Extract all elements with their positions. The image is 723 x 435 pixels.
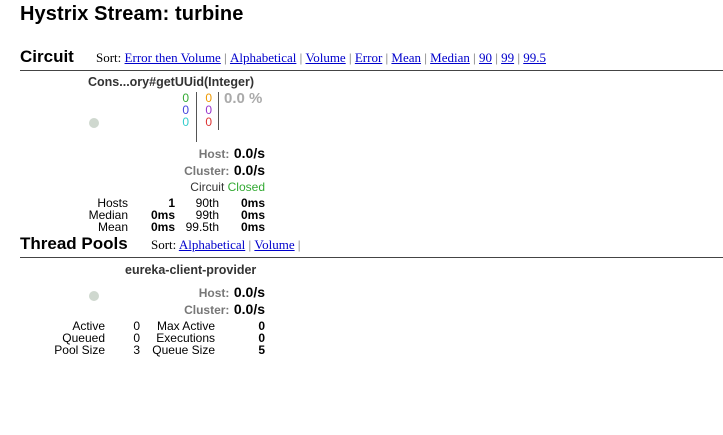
separator: | — [494, 51, 499, 65]
sort-label: Sort: — [96, 50, 122, 65]
threadpool-health-dot — [89, 291, 99, 301]
threadpool-host-rate-row: Host: 0.0/s — [140, 284, 265, 302]
failure-count: 0 — [205, 115, 212, 129]
circuit-status-row: Circuit Closed — [140, 180, 265, 194]
threadpool-cluster-rate-row: Cluster: 0.0/s — [140, 301, 265, 319]
circuit-host-rate-row: Host: 0.0/s — [140, 145, 265, 163]
separator: | — [472, 51, 476, 65]
host-rate: 0.0/s — [233, 145, 265, 161]
sort-99-5-link[interactable]: 99.5 — [523, 50, 546, 65]
sort-volume-link[interactable]: Volume — [306, 50, 346, 65]
separator: | — [517, 51, 521, 65]
host-label: Host: — [198, 147, 230, 161]
sort-median-link[interactable]: Median — [430, 50, 470, 65]
mean-value: 0ms — [150, 220, 175, 234]
sort-mean-link[interactable]: Mean — [391, 50, 421, 65]
sort-90-link[interactable]: 90 — [479, 50, 492, 65]
circuit-name: Cons...ory#getUUid(Integer) — [88, 75, 254, 89]
sort-99-link[interactable]: 99 — [501, 50, 514, 65]
host-label: Host: — [198, 286, 230, 300]
mean-label: Mean — [97, 220, 128, 234]
separator: | — [424, 51, 428, 65]
sort-alphabetical-link[interactable]: Alphabetical — [230, 50, 296, 65]
separator: | — [299, 51, 303, 65]
sort-error-link[interactable]: Error — [355, 50, 382, 65]
circuit-health-dot — [89, 118, 99, 128]
cluster-label: Cluster: — [184, 164, 230, 178]
counts-divider-2 — [218, 92, 219, 130]
separator: | — [223, 51, 227, 65]
bad-request-count: 0 — [182, 115, 189, 129]
p995-label: 99.5th — [185, 220, 219, 234]
counts-divider — [196, 92, 197, 142]
sort-label: Sort: — [151, 237, 177, 252]
threadpool-sort-alphabetical-link[interactable]: Alphabetical — [179, 237, 245, 252]
separator: | — [348, 51, 352, 65]
p995-value: 0ms — [240, 220, 265, 234]
threadpool-name: eureka-client-provider — [125, 263, 257, 277]
circuit-label: Circuit — [190, 180, 225, 194]
cluster-rate: 0.0/s — [233, 301, 265, 317]
pool-size-label: Pool Size — [54, 343, 105, 357]
separator: | — [297, 238, 301, 252]
host-rate: 0.0/s — [233, 284, 265, 300]
circuit-cluster-rate-row: Cluster: 0.0/s — [140, 162, 265, 180]
error-percentage: 0.0 % — [224, 90, 263, 107]
threadpool-sort-bar: Sort: Alphabetical | Volume | — [151, 237, 304, 253]
cluster-rate: 0.0/s — [233, 162, 265, 178]
page-title: Hystrix Stream: turbine — [20, 3, 244, 25]
threadpool-sort-volume-link[interactable]: Volume — [254, 237, 294, 252]
circuit-sort-bar: Sort: Error then Volume | Alphabetical | Vol… — [96, 50, 546, 66]
queue-size-label: Queue Size — [152, 343, 215, 357]
threadpool-section-title: Thread Pools — [20, 234, 128, 253]
circuit-section-title: Circuit — [20, 47, 74, 66]
threadpool-divider — [20, 257, 723, 258]
circuit-status: Closed — [227, 180, 265, 194]
pool-size-value: 3 — [133, 343, 140, 357]
queue-size-value: 5 — [258, 343, 265, 357]
circuit-divider — [20, 70, 723, 71]
sort-error-then-volume-link[interactable]: Error then Volume — [125, 50, 221, 65]
cluster-label: Cluster: — [184, 303, 230, 317]
